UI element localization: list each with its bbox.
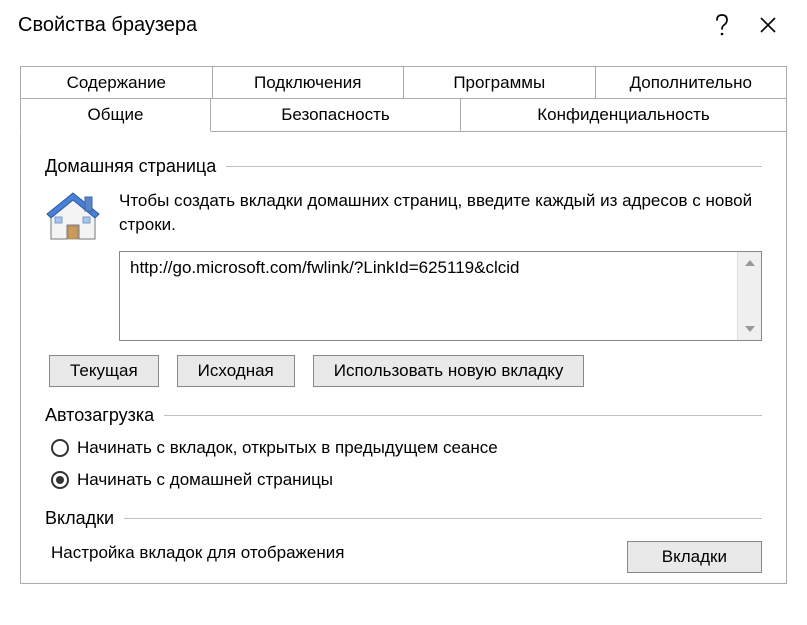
use-current-button[interactable]: Текущая	[49, 355, 159, 387]
use-default-button[interactable]: Исходная	[177, 355, 295, 387]
tab-security[interactable]: Безопасность	[211, 98, 461, 132]
help-button[interactable]	[699, 9, 745, 41]
radio-label: Начинать с вкладок, открытых в предыдуще…	[77, 438, 498, 458]
tabs-config-button[interactable]: Вкладки	[627, 541, 762, 573]
use-newtab-button[interactable]: Использовать новую вкладку	[313, 355, 585, 387]
radio-icon	[51, 471, 69, 489]
scrollbar[interactable]	[737, 252, 761, 340]
divider	[226, 166, 762, 167]
radio-icon	[51, 439, 69, 457]
startup-group-label: Автозагрузка	[45, 405, 154, 426]
homepage-url-box	[119, 251, 762, 341]
startup-radio-homepage[interactable]: Начинать с домашней страницы	[51, 470, 762, 490]
homepage-description: Чтобы создать вкладки домашних страниц, …	[119, 189, 762, 237]
home-icon	[45, 189, 105, 341]
divider	[164, 415, 762, 416]
scroll-down-icon[interactable]	[738, 318, 761, 340]
tab-panel-general: Домашняя страница Чтобы создать вкладки …	[20, 132, 787, 584]
tab-advanced[interactable]: Дополнительно	[596, 66, 788, 100]
homepage-group-label: Домашняя страница	[45, 156, 216, 177]
window-title: Свойства браузера	[18, 14, 699, 37]
radio-label: Начинать с домашней страницы	[77, 470, 333, 490]
tab-content[interactable]: Содержание	[20, 66, 213, 100]
tab-privacy[interactable]: Конфиденциальность	[461, 98, 787, 132]
startup-radio-lastsession[interactable]: Начинать с вкладок, открытых в предыдуще…	[51, 438, 762, 458]
scroll-up-icon[interactable]	[738, 252, 761, 274]
tab-general[interactable]: Общие	[20, 98, 211, 132]
divider	[124, 518, 762, 519]
homepage-url-input[interactable]	[120, 252, 737, 340]
tab-programs[interactable]: Программы	[404, 66, 596, 100]
tab-connections[interactable]: Подключения	[213, 66, 405, 100]
close-button[interactable]	[745, 9, 791, 41]
tabs-group-label: Вкладки	[45, 508, 114, 529]
tabs-config-description: Настройка вкладок для отображения	[51, 541, 607, 565]
